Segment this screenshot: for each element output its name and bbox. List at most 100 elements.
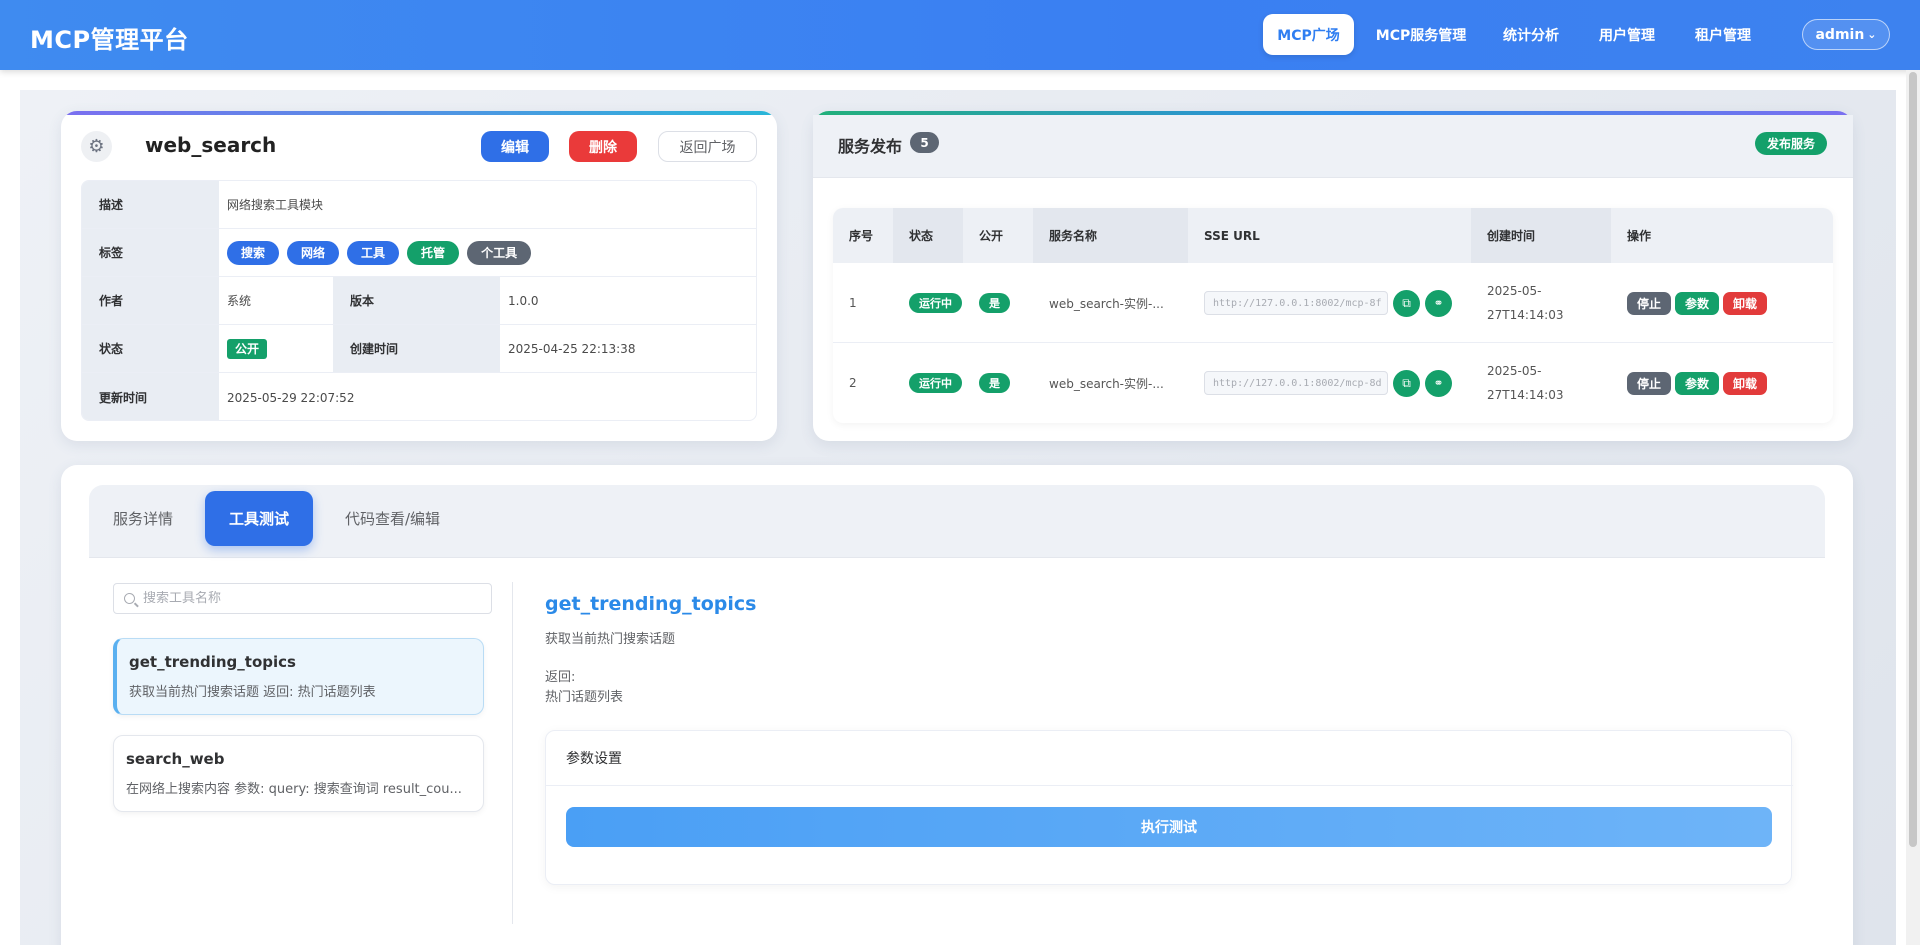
row-no: 1 [849, 296, 857, 310]
stop-button[interactable]: 停止 [1627, 291, 1672, 315]
copy-icon[interactable]: ⧉ [1393, 369, 1420, 397]
author-value: 系统 [227, 294, 252, 308]
row-url: http://127.0.0.1:8002/mcp-8d ⧉ ⚭ [1188, 343, 1471, 423]
run-test-button[interactable]: 执行测试 [566, 807, 1772, 847]
unload-button[interactable]: 卸载 [1723, 291, 1768, 315]
tool-search-input[interactable] [143, 591, 473, 606]
row-actions: 停止 参数 卸载 [1611, 263, 1833, 343]
tool-desc: 在网络上搜索内容 参数: query: 搜索查询词 result_cou... [126, 782, 462, 797]
publish-service-button[interactable]: 发布服务 [1755, 132, 1827, 155]
created-date: 2025-05- [1487, 364, 1542, 378]
row-status: 运行中 [893, 263, 963, 343]
row-name: web_search-实例-... [1049, 376, 1164, 391]
unload-button[interactable]: 卸载 [1723, 371, 1768, 395]
gear-icon: ⚙ [81, 131, 112, 162]
nav-user-management[interactable]: 用户管理 [1586, 14, 1668, 55]
link-icon[interactable]: ⚭ [1425, 369, 1452, 397]
sse-url-field[interactable]: http://127.0.0.1:8002/mcp-8d [1204, 371, 1388, 395]
edit-button[interactable]: 编辑 [481, 131, 549, 162]
col-created: 创建时间 [1471, 208, 1611, 263]
info-row-author: 作者 系统 版本 1.0.0 [82, 277, 756, 325]
tab-service-detail[interactable]: 服务详情 [108, 491, 178, 546]
param-settings-card: 参数设置 执行测试 [545, 730, 1793, 885]
created-value: 2025-04-25 22:13:38 [508, 341, 636, 356]
row-url: http://127.0.0.1:8002/mcp-8f ⧉ ⚭ [1188, 263, 1471, 343]
col-actions: 操作 [1627, 229, 1652, 243]
top-header: MCP管理平台 MCP广场 MCP服务管理 统计分析 用户管理 租户管理 adm… [0, 0, 1920, 70]
col-status: 状态 [893, 208, 963, 263]
return-label: 返回: [545, 670, 576, 685]
col-name: 服务名称 [1033, 208, 1188, 263]
status-badge: 运行中 [909, 293, 962, 313]
version-label: 版本 [333, 277, 500, 324]
tool-list-item[interactable]: get_trending_topics 获取当前热门搜索话题 返回: 热门话题列… [113, 638, 484, 715]
params-button[interactable]: 参数 [1675, 371, 1720, 395]
info-row-tags: 标签 搜索 网络 工具 托管 个工具 [82, 229, 756, 277]
info-row-updated: 更新时间 2025-05-29 22:07:52 [82, 373, 756, 420]
row-public: 是 [963, 343, 1033, 423]
status-label: 状态 [82, 325, 219, 372]
col-sse-url: SSE URL [1204, 228, 1260, 243]
copy-icon[interactable]: ⧉ [1393, 289, 1420, 317]
nav-tenant-management[interactable]: 租户管理 [1682, 14, 1764, 55]
created-date: 2025-05- [1487, 284, 1542, 298]
row-public: 是 [963, 263, 1033, 343]
table-row: 2 运行中 是 web_search-实例-... http://127.0.0… [833, 343, 1833, 423]
tool-name: get_trending_topics [129, 653, 296, 671]
nav-mcp-plaza[interactable]: MCP广场 [1263, 14, 1354, 55]
sse-url-field[interactable]: http://127.0.0.1:8002/mcp-8f [1204, 291, 1388, 315]
col-no: 序号 [849, 229, 874, 243]
nav-mcp-service-management[interactable]: MCP服务管理 [1370, 14, 1472, 55]
publish-count-badge: 5 [910, 132, 939, 153]
nav-statistics[interactable]: 统计分析 [1490, 14, 1572, 55]
params-button[interactable]: 参数 [1675, 291, 1720, 315]
tag: 工具 [347, 240, 400, 265]
row-created: 2025-05- 27T14:14:03 [1471, 343, 1611, 423]
row-status: 运行中 [893, 343, 963, 423]
row-created: 2025-05- 27T14:14:03 [1471, 263, 1611, 343]
username: admin [1815, 26, 1865, 43]
return-value: 热门话题列表 [545, 690, 624, 705]
created-time: 27T14:14:03 [1487, 388, 1564, 402]
tool-list-item[interactable]: search_web 在网络上搜索内容 参数: query: 搜索查询词 res… [113, 735, 484, 812]
row-no: 2 [849, 376, 857, 390]
stop-button[interactable]: 停止 [1627, 371, 1672, 395]
desc-value: 网络搜索工具模块 [227, 198, 324, 212]
service-info-table: 描述 网络搜索工具模块 标签 搜索 网络 工具 托管 个工具 作者 系统 版本 … [81, 180, 757, 421]
updated-label: 更新时间 [82, 373, 219, 420]
row-actions: 停止 参数 卸载 [1611, 343, 1833, 423]
tool-detail-desc: 获取当前热门搜索话题 [545, 632, 676, 647]
delete-button[interactable]: 删除 [569, 131, 637, 162]
tag: 搜索 [227, 240, 280, 265]
tags-value: 搜索 网络 工具 托管 个工具 [219, 229, 756, 276]
status-badge: 运行中 [909, 373, 962, 393]
link-icon[interactable]: ⚭ [1425, 289, 1452, 317]
back-to-plaza-button[interactable]: 返回广场 [658, 131, 757, 162]
tag: 网络 [287, 240, 340, 265]
public-badge: 是 [979, 293, 1010, 313]
status-badge: 公开 [227, 338, 268, 359]
service-name: web_search [145, 133, 277, 157]
author-label: 作者 [82, 277, 219, 324]
card-accent-line [61, 111, 777, 115]
status-value: 公开 [219, 325, 333, 372]
tag: 托管 [407, 240, 460, 265]
created-label: 创建时间 [333, 325, 500, 372]
scrollbar-thumb[interactable] [1909, 72, 1917, 847]
row-name: web_search-实例-... [1049, 296, 1164, 311]
user-menu-button[interactable]: admin ⌄ [1802, 19, 1890, 50]
info-row-status: 状态 公开 创建时间 2025-04-25 22:13:38 [82, 325, 756, 373]
info-row-desc: 描述 网络搜索工具模块 [82, 181, 756, 229]
tool-name: search_web [126, 750, 225, 768]
tab-tool-test[interactable]: 工具测试 [205, 491, 313, 546]
desc-label: 描述 [82, 181, 219, 228]
col-public: 公开 [979, 229, 1004, 243]
tool-desc: 获取当前热门搜索话题 返回: 热门话题列表 [129, 685, 376, 700]
table-header: 序号 状态 公开 服务名称 SSE URL 创建时间 操作 [833, 208, 1833, 263]
version-value: 1.0.0 [508, 293, 539, 308]
tag: 个工具 [467, 240, 532, 265]
search-icon [124, 593, 135, 604]
tab-code-edit[interactable]: 代码查看/编辑 [340, 491, 445, 546]
table-row: 1 运行中 是 web_search-实例-... http://127.0.0… [833, 263, 1833, 343]
tool-search-box [113, 583, 492, 614]
